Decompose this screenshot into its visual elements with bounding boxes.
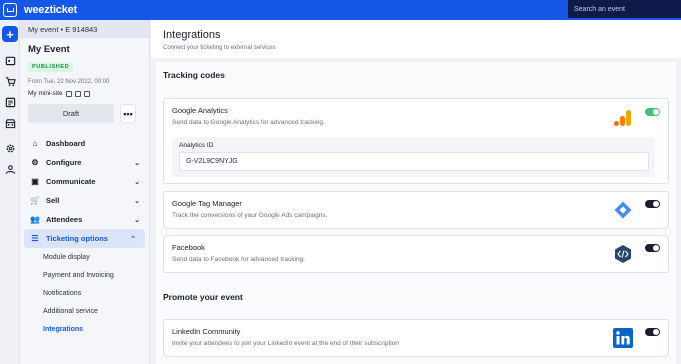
- tracking-codes-section: Tracking codes Google Analytics Send dat…: [156, 62, 676, 298]
- google-tag-manager-toggle[interactable]: [645, 200, 660, 208]
- sidebar-item-ticketing-options[interactable]: ☰ Ticketing options ⌃: [24, 229, 145, 248]
- message-icon: ▣: [31, 177, 39, 186]
- gear-icon: ⚙: [31, 158, 39, 167]
- top-bar: weezticket Search an event: [0, 0, 681, 20]
- page-header: Integrations Connect your ticketing to e…: [151, 20, 681, 58]
- chevron-down-icon: ⌄: [134, 216, 140, 224]
- status-badge: PUBLISHED: [28, 62, 74, 72]
- search-input[interactable]: Search an event: [568, 0, 681, 18]
- integration-name: LinkedIn Community: [172, 327, 241, 336]
- google-analytics-toggle[interactable]: [645, 108, 660, 116]
- sidebar-item-sell[interactable]: 🛒 Sell ⌄: [20, 191, 149, 210]
- event-header: My event • E 914843: [20, 20, 149, 38]
- integration-name: Google Analytics: [172, 106, 228, 115]
- linkedin-toggle[interactable]: [645, 328, 660, 336]
- create-button[interactable]: +: [2, 26, 18, 42]
- edit-icon[interactable]: [83, 90, 90, 97]
- app-name: weezticket: [24, 4, 78, 16]
- mini-site-link[interactable]: My mini-site: [28, 90, 63, 97]
- sidebar-subitem-module-display[interactable]: Module display: [20, 248, 149, 266]
- more-options-button[interactable]: •••: [120, 104, 136, 123]
- sidebar-item-label: Ticketing options: [46, 234, 108, 243]
- list-icon: ☰: [31, 234, 39, 243]
- sidebar-subitem-additional-service[interactable]: Additional service: [20, 302, 149, 320]
- google-tag-manager-card: Google Tag Manager Track the conversions…: [163, 191, 669, 229]
- cart-icon: 🛒: [30, 196, 40, 205]
- main-content: Integrations Connect your ticketing to e…: [151, 20, 681, 364]
- calendar-icon[interactable]: [2, 52, 18, 68]
- copy-icon[interactable]: [74, 90, 81, 97]
- people-icon: 👥: [30, 215, 40, 224]
- sidebar-item-label: Configure: [46, 158, 82, 167]
- user-icon[interactable]: [2, 161, 18, 177]
- home-icon: ⌂: [32, 139, 38, 148]
- event-sidebar: My event • E 914843 My Event PUBLISHED F…: [20, 20, 150, 364]
- app-logo[interactable]: weezticket: [3, 3, 77, 17]
- cart-icon[interactable]: [2, 73, 18, 89]
- sidebar-item-configure[interactable]: ⚙ Configure ⌄: [20, 153, 149, 172]
- integration-description: Send data to Google Analytics for advanc…: [172, 119, 325, 126]
- google-analytics-card: Google Analytics Send data to Google Ana…: [163, 98, 669, 184]
- linkedin-icon: [613, 328, 633, 348]
- chevron-down-icon: ⌄: [134, 159, 140, 167]
- event-title: My Event: [28, 44, 70, 55]
- chevron-down-icon: ⌄: [134, 197, 140, 205]
- store-icon[interactable]: [2, 115, 18, 131]
- report-icon[interactable]: [2, 94, 18, 110]
- facebook-toggle[interactable]: [645, 244, 660, 252]
- mini-site-row: My mini-site: [28, 90, 141, 97]
- google-analytics-icon: [614, 110, 631, 126]
- section-title: Promote your event: [163, 292, 243, 302]
- section-title: Tracking codes: [163, 70, 225, 80]
- integration-name: Facebook: [172, 243, 205, 252]
- left-rail: +: [0, 20, 20, 364]
- code-icon: [615, 245, 631, 263]
- sidebar-item-label: Dashboard: [46, 139, 86, 148]
- gear-icon[interactable]: [2, 140, 18, 156]
- promote-section: Promote your event LinkedIn Community In…: [156, 284, 676, 364]
- google-tag-manager-icon: [614, 201, 632, 219]
- sidebar-subitem-integrations[interactable]: Integrations: [20, 320, 149, 338]
- sidebar-item-label: Communicate: [46, 177, 96, 186]
- integration-description: Send data to Facebook for advanced track…: [172, 256, 305, 263]
- sidebar-subitem-notifications[interactable]: Notifications: [20, 284, 149, 302]
- sidebar-item-dashboard[interactable]: ⌂ Dashboard: [20, 134, 149, 153]
- analytics-id-label: Analytics ID: [179, 142, 214, 149]
- sidebar-item-label: Sell: [46, 196, 60, 205]
- draft-button[interactable]: Draft: [28, 104, 114, 123]
- page-title: Integrations: [163, 29, 221, 41]
- facebook-card: Facebook Send data to Facebook for advan…: [163, 235, 669, 273]
- linkedin-card: LinkedIn Community Invite your attendees…: [163, 319, 669, 357]
- sidebar-item-label: Attendees: [46, 215, 83, 224]
- sidebar-item-attendees[interactable]: 👥 Attendees ⌄: [20, 210, 149, 229]
- analytics-id-group: Analytics ID G-V2L9C9NYJG: [172, 137, 655, 177]
- event-date: From Tue, 22 Nov 2022, 00:00: [28, 79, 110, 85]
- integration-description: Invite your attendees to join your Linke…: [172, 340, 399, 347]
- chevron-up-icon: ⌃: [130, 235, 136, 243]
- sidebar-item-communicate[interactable]: ▣ Communicate ⌄: [20, 172, 149, 191]
- sidebar-subitem-payment[interactable]: Payment and Invoicing: [20, 266, 149, 284]
- integration-name: Google Tag Manager: [172, 199, 242, 208]
- chevron-down-icon: ⌄: [134, 178, 140, 186]
- analytics-id-input[interactable]: G-V2L9C9NYJG: [179, 152, 649, 171]
- logo-icon: [3, 3, 17, 17]
- integration-description: Track the conversions of your Google Ads…: [172, 212, 328, 219]
- sidebar-nav: ⌂ Dashboard ⚙ Configure ⌄ ▣ Communicate …: [20, 134, 149, 338]
- page-subtitle: Connect your ticketing to external servi…: [163, 45, 276, 51]
- external-link-icon[interactable]: [65, 90, 72, 97]
